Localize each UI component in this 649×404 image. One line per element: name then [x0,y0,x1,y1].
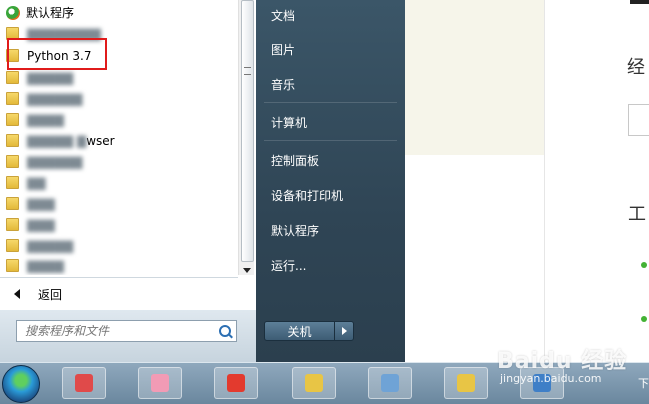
place-devices-printers[interactable]: 设备和打印机 [271,187,343,204]
folder-icon [6,155,19,168]
place-run[interactable]: 运行... [271,257,306,274]
folder-icon [6,259,19,272]
search-box[interactable] [16,320,237,342]
list-item-label: 默认程序 [26,6,75,20]
scrollbar-grip-icon [244,67,251,75]
app-icon [151,374,169,392]
app-icon [381,374,399,392]
back-label: 返回 [38,287,63,302]
scrollbar-thumb[interactable] [241,0,254,262]
search-button[interactable] [214,321,236,341]
web-input[interactable] [628,104,649,136]
web-heading-2: 工 [628,204,646,225]
search-icon [219,325,231,337]
taskbar-clock: 下 [638,377,649,390]
list-item-default-programs[interactable]: 默认程序 [0,2,238,23]
folder-icon [6,197,19,210]
app-icon [75,374,93,392]
list-item-label: wser [86,133,115,148]
search-area [0,310,256,362]
list-item[interactable]: ▇▇ [0,172,238,193]
divider [264,140,397,141]
python-highlight-box [7,38,107,70]
taskbar-item[interactable] [214,367,258,399]
place-pictures[interactable]: 图片 [271,41,295,58]
shutdown-options-button[interactable] [334,322,353,340]
folder-icon [457,374,475,392]
web-top-panel [405,0,544,155]
app-icon [227,374,245,392]
taskbar-item[interactable] [444,367,488,399]
taskbar-item[interactable] [138,367,182,399]
default-programs-icon [6,5,20,20]
folder-icon [6,113,19,126]
list-item[interactable]: ▇▇▇▇▇ [0,67,238,88]
place-music[interactable]: 音乐 [271,76,295,93]
shutdown-button[interactable]: 关机 [265,322,334,340]
divider [264,102,397,103]
place-computer[interactable]: 计算机 [271,114,307,131]
start-menu-places-panel: 文档 图片 音乐 计算机 控制面板 设备和打印机 默认程序 运行... 关机 [256,0,405,362]
back-button[interactable]: 返回 [0,282,238,306]
list-item[interactable]: ▇▇▇ [0,193,238,214]
list-item-browser[interactable]: ▇▇▇▇▇ ▇ wser [0,130,238,151]
list-item[interactable]: ▇▇▇▇ [0,109,238,130]
shutdown-button-group: 关机 [264,321,354,341]
start-menu-programs-panel: 默认程序 ▇▇▇▇▇▇▇▇ Python 3.7 ▇▇▇▇▇ ▇▇▇▇▇▇ ▇▇… [0,0,257,362]
web-heading-1: 经 [627,57,645,78]
list-item[interactable]: ▇▇▇▇ [0,255,238,275]
taskbar-item[interactable] [292,367,336,399]
search-input[interactable] [17,323,214,339]
divider [0,277,238,278]
place-default-programs[interactable]: 默认程序 [271,222,319,239]
green-dot-icon [641,262,647,268]
scroll-down-arrow-icon[interactable] [243,268,251,273]
list-item[interactable]: ▇▇▇▇▇▇ [0,151,238,172]
folder-icon [6,71,19,84]
folder-icon [6,92,19,105]
programs-scrollbar[interactable] [238,0,254,275]
list-item[interactable]: ▇▇▇▇▇▇ [0,88,238,109]
background-web-page [405,0,649,362]
place-documents[interactable]: 文档 [271,7,295,24]
folder-icon [6,176,19,189]
list-item[interactable]: ▇▇▇ [0,214,238,235]
folder-icon [6,218,19,231]
web-mark [630,0,649,4]
green-dot-icon [641,316,647,322]
watermark-url: jingyan.baidu.com [500,372,602,385]
folder-icon [6,239,19,252]
start-button-orb-icon[interactable] [2,365,40,403]
place-control-panel[interactable]: 控制面板 [271,152,319,169]
taskbar-item[interactable] [62,367,106,399]
chevron-right-icon [341,327,347,335]
back-arrow-icon [14,289,20,299]
list-item[interactable]: ▇▇▇▇▇ [0,235,238,256]
taskbar-item[interactable] [368,367,412,399]
baidu-watermark: Baidu 经验 [497,349,628,374]
folder-icon [6,134,19,147]
folder-icon [305,374,323,392]
